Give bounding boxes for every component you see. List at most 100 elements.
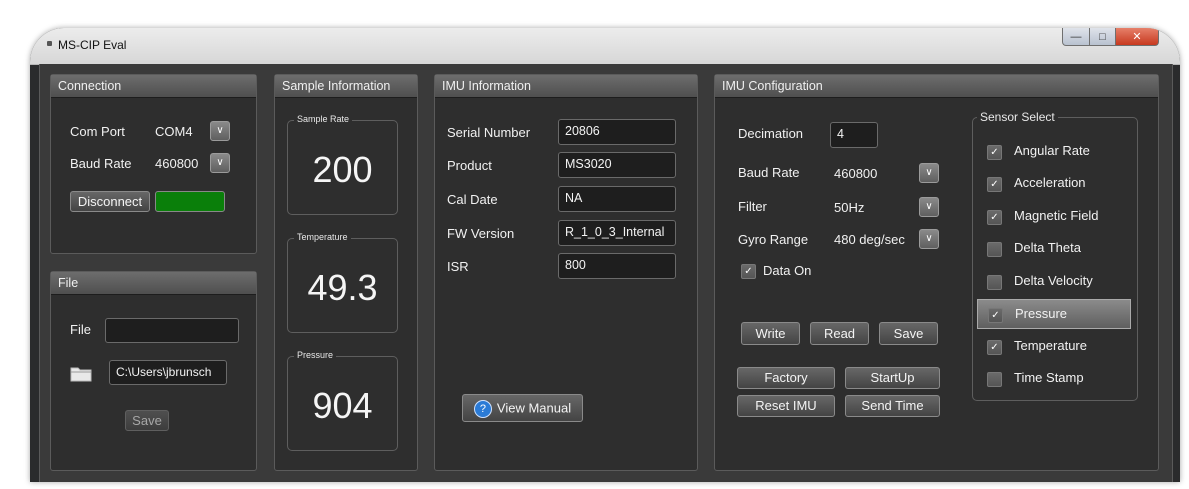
chevron-down-icon: ∨ (925, 233, 933, 244)
view-manual-label: View Manual (496, 400, 572, 416)
baud-rate-value: 460800 (155, 156, 199, 171)
config-baud-rate-value: 460800 (834, 166, 878, 181)
gyro-range-dropdown[interactable]: ∨ (919, 229, 939, 249)
file-save-button[interactable]: Save (125, 410, 169, 431)
chevron-down-icon: ∨ (925, 167, 933, 178)
write-button[interactable]: Write (741, 322, 800, 345)
connection-header: Connection (51, 75, 256, 98)
filter-dropdown[interactable]: ∨ (919, 197, 939, 217)
imu-configuration-panel: IMU Configuration Decimation 4 Baud Rate… (714, 74, 1159, 471)
maximize-button[interactable]: □ (1089, 28, 1116, 46)
main-area: Connection Com Port COM4 ∨ Baud Rate 460… (39, 64, 1173, 482)
sensor-label: Angular Rate (1014, 143, 1090, 158)
imu-information-header: IMU Information (435, 75, 697, 98)
pressure-title: Pressure (294, 350, 337, 360)
product-field: MS3020 (558, 152, 676, 178)
com-port-dropdown[interactable]: ∨ (210, 121, 230, 141)
sensor-checkbox[interactable] (987, 275, 1002, 290)
checkmark-icon: ✓ (990, 179, 999, 190)
filter-label: Filter (738, 199, 767, 214)
sensor-item-delta-velocity[interactable]: Delta Velocity (973, 267, 1137, 295)
temperature-title: Temperature (294, 232, 351, 242)
sensor-item-temperature[interactable]: ✓ Temperature (973, 332, 1137, 360)
sensor-item-pressure[interactable]: ✓ Pressure (977, 299, 1131, 329)
checkmark-icon: ✓ (990, 342, 999, 353)
sensor-checkbox[interactable]: ✓ (987, 210, 1002, 225)
folder-button[interactable] (70, 364, 92, 382)
view-manual-button[interactable]: ? View Manual (462, 394, 583, 422)
sensor-label: Temperature (1014, 338, 1087, 353)
save-button[interactable]: Save (879, 322, 938, 345)
pressure-value: 904 (312, 385, 373, 426)
sensor-checkbox[interactable]: ✓ (987, 177, 1002, 192)
checkmark-icon: ✓ (990, 212, 999, 223)
imu-information-panel: IMU Information Serial Number 20806 Prod… (434, 74, 698, 471)
sensor-checkbox[interactable]: ✓ (987, 145, 1002, 160)
checkmark-icon: ✓ (744, 266, 753, 277)
sample-rate-value: 200 (312, 149, 373, 190)
sensor-select-group: Sensor Select ✓ Angular Rate ✓ Accelerat… (972, 110, 1138, 401)
chevron-down-icon: ∨ (925, 201, 933, 212)
file-path-field[interactable]: C:\Users\jbrunsch (109, 360, 227, 385)
data-on-label: Data On (763, 263, 812, 278)
sensor-label: Magnetic Field (1014, 208, 1099, 223)
sensor-item-time-stamp[interactable]: Time Stamp (973, 364, 1137, 392)
reset-imu-button[interactable]: Reset IMU (737, 395, 835, 417)
imu-info-label: Cal Date (447, 192, 498, 207)
config-baud-rate-dropdown[interactable]: ∨ (919, 163, 939, 183)
factory-button[interactable]: Factory (737, 367, 835, 389)
gyro-range-label: Gyro Range (738, 232, 809, 247)
decimation-field[interactable]: 4 (830, 122, 878, 148)
isr-field: 800 (558, 253, 676, 279)
maximize-icon: □ (1099, 30, 1106, 43)
sensor-item-delta-theta[interactable]: Delta Theta (973, 234, 1137, 262)
data-on-checkbox[interactable]: ✓ (741, 264, 756, 279)
temperature-value: 49.3 (307, 267, 378, 308)
imu-configuration-header: IMU Configuration (715, 75, 1158, 98)
sensor-checkbox[interactable] (987, 372, 1002, 387)
sensor-item-angular-rate[interactable]: ✓ Angular Rate (973, 137, 1137, 165)
sensor-label: Time Stamp (1014, 370, 1084, 385)
close-icon: ✕ (1132, 31, 1142, 43)
sensor-item-magnetic-field[interactable]: ✓ Magnetic Field (973, 202, 1137, 230)
help-icon: ? (473, 399, 492, 418)
sensor-item-acceleration[interactable]: ✓ Acceleration (973, 169, 1137, 197)
baud-rate-label: Baud Rate (70, 156, 132, 171)
sensor-checkbox[interactable]: ✓ (987, 340, 1002, 355)
sensor-checkbox[interactable] (987, 242, 1002, 257)
sensor-label: Acceleration (1014, 175, 1086, 190)
sensor-label: Delta Velocity (1014, 273, 1093, 288)
sample-rate-box: Sample Rate 200 (287, 114, 398, 215)
sample-information-panel: Sample Information Sample Rate 200 Tempe… (274, 74, 418, 471)
decimation-label: Decimation (738, 126, 804, 141)
connection-status-indicator (155, 191, 225, 212)
config-baud-rate-label: Baud Rate (738, 165, 800, 180)
folder-icon (70, 367, 92, 382)
sensor-label: Pressure (1015, 306, 1068, 321)
send-time-button[interactable]: Send Time (845, 395, 940, 417)
window-title: MS-CIP Eval (58, 38, 127, 52)
file-label: File (70, 322, 91, 337)
file-input[interactable] (105, 318, 239, 343)
sensor-select-title: Sensor Select (977, 110, 1058, 124)
checkmark-icon: ✓ (991, 310, 1000, 321)
sensor-checkbox[interactable]: ✓ (988, 308, 1003, 323)
file-header: File (51, 272, 256, 295)
com-port-label: Com Port (70, 124, 125, 139)
disconnect-button[interactable]: Disconnect (70, 191, 150, 212)
read-button[interactable]: Read (810, 322, 869, 345)
minimize-button[interactable]: — (1062, 28, 1090, 46)
imu-info-label: ISR (447, 259, 469, 274)
com-port-value: COM4 (155, 124, 193, 139)
close-button[interactable]: ✕ (1115, 28, 1159, 46)
pressure-box: Pressure 904 (287, 350, 398, 451)
baud-rate-dropdown[interactable]: ∨ (210, 153, 230, 173)
app-icon (47, 41, 52, 46)
checkmark-icon: ✓ (990, 147, 999, 158)
startup-button[interactable]: StartUp (845, 367, 940, 389)
title-bar[interactable]: MS-CIP Eval — □ ✕ (30, 28, 1180, 65)
chevron-down-icon: ∨ (216, 125, 224, 136)
app-window: MS-CIP Eval — □ ✕ Connection Com Port CO… (30, 28, 1180, 482)
connection-panel: Connection Com Port COM4 ∨ Baud Rate 460… (50, 74, 257, 254)
sensor-label: Delta Theta (1014, 240, 1081, 255)
